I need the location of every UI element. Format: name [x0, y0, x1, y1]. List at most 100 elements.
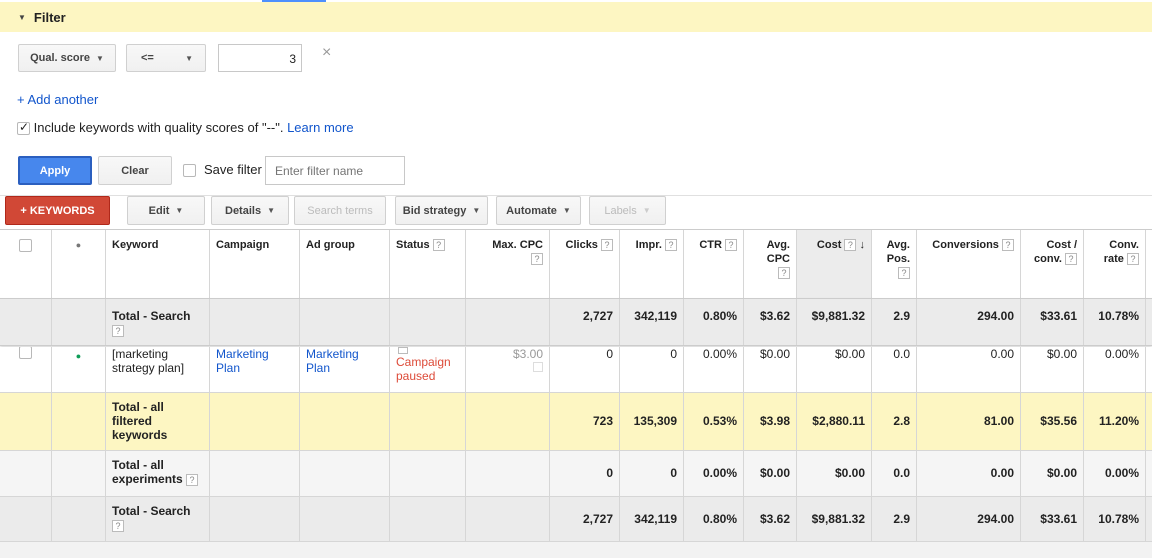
header-campaign[interactable]: Campaign [209, 230, 299, 298]
help-icon[interactable]: ? [665, 239, 677, 252]
help-icon[interactable]: ? [601, 239, 613, 252]
help-icon[interactable]: ? [531, 253, 543, 266]
ad-group-link[interactable]: Marketing Plan [306, 347, 359, 375]
keyword-cell[interactable]: [marketing strategy plan] [105, 347, 209, 392]
help-icon[interactable]: ? [898, 267, 910, 280]
clicks-value: 0 [549, 347, 619, 392]
conv-rate-value: 0.00% [1083, 347, 1146, 392]
cost-header-label: Cost [816, 239, 842, 251]
edit-bid-icon[interactable] [533, 362, 543, 372]
clicks-header-label: Clicks [565, 239, 598, 251]
total-search-label: Total - Search [112, 309, 191, 323]
status-dot-icon: ● [75, 240, 82, 250]
details-button[interactable]: Details ▼ [211, 196, 289, 225]
filter-name-input[interactable] [265, 156, 405, 185]
add-another-link[interactable]: + Add another [17, 92, 98, 107]
help-icon[interactable]: ? [1065, 253, 1077, 266]
empty-cell [465, 451, 549, 496]
empty-cell [389, 393, 465, 450]
impr-value: 135,309 [619, 393, 683, 450]
speech-bubble-icon[interactable] [398, 347, 408, 354]
header-impr[interactable]: Impr. ? [619, 230, 683, 298]
clear-button[interactable]: Clear [98, 156, 172, 185]
table-row-total-search-bottom: Total - Search? 2,727 342,119 0.80% $3.6… [0, 496, 1152, 542]
max-cpc-cell[interactable]: $3.00 [465, 347, 549, 392]
save-filter-checkbox[interactable] [183, 164, 196, 177]
ctr-value: 0.53% [683, 393, 743, 450]
header-status-dot: ● [51, 230, 105, 298]
avg-pos-header-label: Avg. Pos. [886, 239, 910, 265]
ad-group-cell[interactable]: Marketing Plan [299, 347, 389, 392]
filter-operator-dropdown[interactable]: <= ▼ [126, 44, 206, 72]
include-quality-checkbox[interactable] [17, 120, 30, 136]
total-experiments-label: Total - all experiments [112, 458, 183, 486]
max-cpc-value: $3.00 [512, 347, 543, 361]
filter-value-text: 3 [289, 52, 296, 66]
edit-button[interactable]: Edit ▼ [127, 196, 205, 225]
chevron-down-icon: ▼ [562, 206, 571, 215]
include-quality-text: Include keywords with quality scores of … [33, 120, 284, 135]
table-header: ● Keyword Campaign Ad group Status ? Max… [0, 230, 1152, 298]
impr-value: 0 [619, 451, 683, 496]
help-icon[interactable]: ? [432, 239, 445, 252]
header-keyword[interactable]: Keyword [105, 230, 209, 298]
bid-strategy-button[interactable]: Bid strategy ▼ [395, 196, 488, 225]
automate-button[interactable]: Automate ▼ [496, 196, 581, 225]
help-icon[interactable]: ? [186, 473, 199, 486]
campaign-link[interactable]: Marketing Plan [216, 347, 269, 375]
help-icon[interactable]: ? [844, 239, 857, 252]
campaign-cell[interactable]: Marketing Plan [209, 347, 299, 392]
filter-value-input[interactable]: 3 [218, 44, 302, 72]
help-icon[interactable]: ? [1002, 239, 1014, 252]
select-all-checkbox[interactable] [19, 238, 32, 252]
empty-cell [51, 451, 105, 496]
help-icon[interactable]: ? [778, 267, 790, 280]
learn-more-link[interactable]: Learn more [287, 120, 353, 135]
bid-strategy-label: Bid strategy [402, 204, 467, 217]
help-icon[interactable]: ? [112, 519, 124, 532]
header-cost[interactable]: Cost ? ↓ [796, 230, 871, 298]
header-conversions[interactable]: Conversions ? [916, 230, 1020, 298]
cost-value: $9,881.32 [796, 497, 871, 541]
ctr-header-label: CTR [699, 239, 722, 251]
filter-field-dropdown[interactable]: Qual. score ▼ [18, 44, 116, 72]
chevron-down-icon: ▼ [175, 206, 184, 215]
status-text: Campaign paused [396, 355, 451, 383]
header-status[interactable]: Status ? [389, 230, 465, 298]
empty-cell [299, 393, 389, 450]
labels-button[interactable]: Labels ▼ [589, 196, 666, 225]
header-avg-pos[interactable]: Avg. Pos.? [871, 230, 916, 298]
conv-rate-value: 0.00% [1083, 451, 1146, 496]
search-terms-button[interactable]: Search terms [294, 196, 386, 225]
header-ad-group[interactable]: Ad group [299, 230, 389, 298]
filter-header[interactable]: ▼ Filter [0, 2, 1152, 32]
avg-pos-value: 0.0 [871, 451, 916, 496]
help-icon[interactable]: ? [112, 324, 124, 337]
table-footer-area [0, 542, 1152, 558]
header-max-cpc[interactable]: Max. CPC? [465, 230, 549, 298]
empty-cell [51, 497, 105, 541]
header-avg-cpc[interactable]: Avg. CPC? [743, 230, 796, 298]
filter-field-label: Qual. score [30, 52, 90, 64]
keyword-text: [marketing strategy plan] [112, 347, 185, 375]
add-keywords-button[interactable]: + KEYWORDS [5, 196, 110, 225]
table-row-keyword[interactable]: ● [marketing strategy plan] Marketing Pl… [0, 347, 1152, 392]
empty-cell [0, 497, 51, 541]
empty-cell [465, 393, 549, 450]
empty-cell [0, 451, 51, 496]
header-ctr[interactable]: CTR ? [683, 230, 743, 298]
header-conv-rate[interactable]: Conv. rate ? [1083, 230, 1146, 298]
header-clicks[interactable]: Clicks ? [549, 230, 619, 298]
header-cost-conv[interactable]: Cost / conv. ? [1020, 230, 1083, 298]
apply-button[interactable]: Apply [18, 156, 92, 185]
chevron-down-icon: ▼ [642, 206, 651, 215]
help-icon[interactable]: ? [1127, 253, 1139, 266]
conv-rate-value: 10.78% [1083, 497, 1146, 541]
remove-filter-close-icon[interactable]: × [322, 44, 331, 62]
empty-cell [299, 451, 389, 496]
avg-pos-value: 2.9 [871, 299, 916, 345]
row-checkbox[interactable] [19, 347, 32, 360]
help-icon[interactable]: ? [725, 239, 737, 252]
collapse-triangle-icon[interactable]: ▼ [18, 13, 26, 22]
conversions-value: 81.00 [916, 393, 1020, 450]
